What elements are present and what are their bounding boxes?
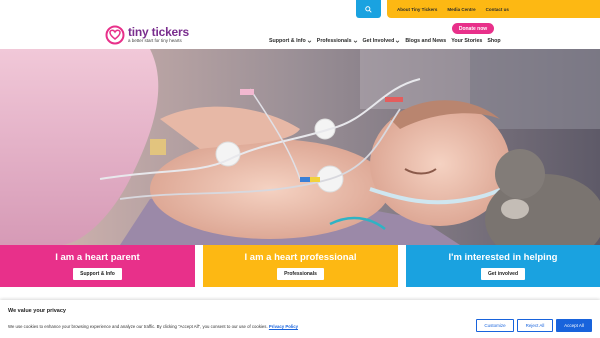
cookie-message: We use cookies to enhance your browsing … <box>8 324 268 329</box>
nav-item-support[interactable]: Support & Info <box>269 38 312 44</box>
hero-photo <box>0 49 600 245</box>
professionals-button[interactable]: Professionals <box>277 268 324 280</box>
nav-label: Support & Info <box>269 38 306 44</box>
nav-label: Shop <box>487 38 501 44</box>
logo-tagline: a better start for tiny hearts <box>128 38 182 43</box>
accept-all-button[interactable]: Accept All <box>556 319 592 332</box>
page: About Tiny Tickers Media Centre Contact … <box>0 0 600 338</box>
site-header: About Tiny Tickers Media Centre Contact … <box>0 0 600 49</box>
reject-all-button[interactable]: Reject All <box>517 319 553 332</box>
nav-item-shop[interactable]: Shop <box>487 38 500 44</box>
card-title: I am a heart professional <box>244 252 357 263</box>
nav-label: Professionals <box>316 38 352 44</box>
card-title: I am a heart parent <box>55 252 140 263</box>
nav-label: Your Stories <box>451 38 483 44</box>
search-icon <box>365 5 372 13</box>
nav-item-stories[interactable]: Your Stories <box>451 38 482 44</box>
nav-item-get-involved[interactable]: Get Involved <box>363 38 401 44</box>
card-heart-professional: I am a heart professional Professionals <box>203 245 398 287</box>
audience-cards: I am a heart parent Support & Info I am … <box>0 245 600 287</box>
site-logo[interactable]: tiny tickers a better start for tiny hea… <box>105 24 195 46</box>
main-nav: Support & Info Professionals Get Involve… <box>269 38 501 44</box>
nav-item-professionals[interactable]: Professionals <box>317 38 358 44</box>
get-involved-button[interactable]: Get involved <box>480 268 525 280</box>
card-title: I'm interested in helping <box>448 252 558 263</box>
chevron-down-icon <box>353 39 357 43</box>
customize-button[interactable]: Customize <box>476 319 514 332</box>
hero-image <box>0 49 600 245</box>
card-interested-helping: I'm interested in helping Get involved <box>406 245 600 287</box>
chevron-down-icon <box>396 39 400 43</box>
cookie-banner: We value your privacy We use cookies to … <box>0 300 600 338</box>
card-heart-parent: I am a heart parent Support & Info <box>0 245 195 287</box>
utility-bar: About Tiny Tickers Media Centre Contact … <box>387 0 600 18</box>
support-info-button[interactable]: Support & Info <box>73 268 122 280</box>
topbar-link-media[interactable]: Media Centre <box>447 7 475 12</box>
nav-label: Get Involved <box>362 38 395 44</box>
topbar-link-contact[interactable]: Contact us <box>486 7 509 12</box>
nav-label: Blogs and News <box>405 38 447 44</box>
logo-name: tiny tickers <box>128 25 189 39</box>
chevron-down-icon <box>307 39 312 43</box>
donate-button[interactable]: Donate now <box>452 23 494 34</box>
search-button[interactable] <box>356 0 381 18</box>
privacy-policy-link[interactable]: Privacy Policy <box>269 324 298 329</box>
topbar-link-about[interactable]: About Tiny Tickers <box>397 7 437 12</box>
cookie-text: We use cookies to enhance your browsing … <box>8 324 298 329</box>
nav-item-blogs[interactable]: Blogs and News <box>405 38 446 44</box>
cookie-title: We value your privacy <box>8 308 66 314</box>
heart-logo-icon <box>105 25 125 45</box>
